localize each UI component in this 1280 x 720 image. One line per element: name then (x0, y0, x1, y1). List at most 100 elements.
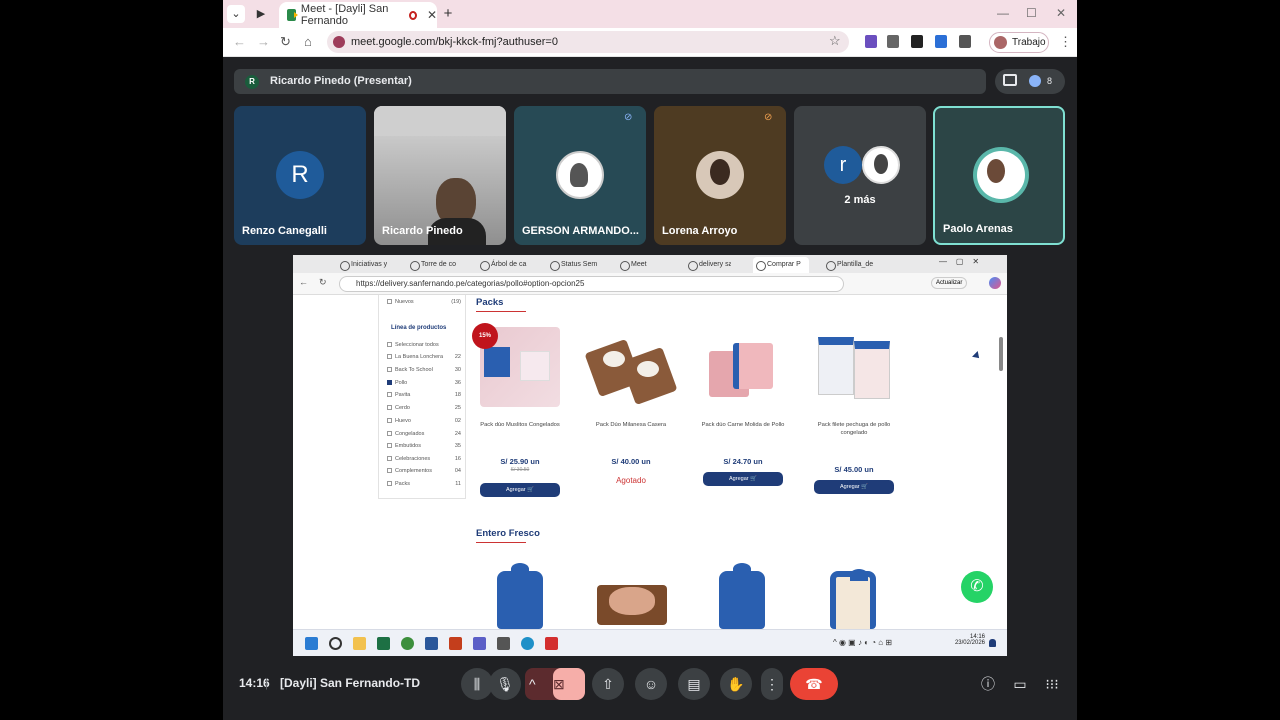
camera-off-icon[interactable] (1003, 74, 1017, 86)
product-image (719, 563, 765, 629)
filter-item: Congelados 24 (387, 431, 461, 437)
activities-icon[interactable]: ⁝⁝⁝ (1036, 668, 1068, 700)
product-image (814, 327, 894, 407)
product-price: S/ 24.70 un (723, 457, 763, 466)
filter-item: Huevo 02 (387, 418, 461, 424)
shared-reload-icon: ↻ (319, 277, 327, 287)
participant-tile[interactable]: Ricardo Pinedo (374, 106, 506, 245)
video-background (374, 106, 506, 136)
forward-icon[interactable]: → (257, 34, 270, 49)
more-options-button[interactable]: ⋮ (761, 668, 783, 700)
captions-button[interactable]: ▤ (678, 668, 710, 700)
app-icon (497, 637, 510, 650)
play-icon[interactable]: ▶ (252, 5, 270, 23)
camera-off-button[interactable]: ^ ⊠ (525, 668, 585, 700)
tab-search-button[interactable]: ⌄ (227, 5, 245, 23)
filter-title: Línea de productos (391, 325, 447, 331)
shared-update-button: Actualizar (931, 277, 968, 289)
product-image (703, 327, 783, 407)
raise-hand-button[interactable]: ✋ (720, 668, 752, 700)
bookmark-star-icon[interactable]: ☆ (829, 33, 841, 49)
maximize-button[interactable]: ☐ (1026, 6, 1037, 20)
shared-tab-strip: Iniciativas y Torre de co Árbol de ca St… (293, 255, 1007, 273)
close-window-button[interactable]: ✕ (1056, 6, 1066, 20)
camera-icon[interactable] (887, 35, 899, 48)
chrome-icon (401, 637, 414, 650)
extension-icon-3[interactable] (935, 35, 947, 48)
shared-tab: Plantilla_de (823, 257, 877, 273)
participant-name: GERSON ARMANDO... (522, 225, 639, 237)
participant-name: Ricardo Pinedo (382, 225, 463, 237)
product-card: Pack dúo Carne Molida de Pollo S/ 24.70 … (693, 327, 793, 502)
system-tray-icons: ^ ◉ ▣ ♪ ◐ ◔ ⌂ ⊞ (833, 638, 893, 647)
new-tab-button[interactable]: + (439, 5, 457, 23)
profile-button[interactable]: Trabajo (989, 32, 1049, 53)
avatar: r (824, 146, 862, 184)
browser-menu-icon[interactable]: ⋮ (1059, 34, 1072, 50)
windows-start-icon (305, 637, 318, 650)
participant-name: Renzo Canegalli (242, 225, 327, 237)
filter-item: Seleccionar todos (387, 342, 461, 348)
excel-icon (377, 637, 390, 650)
info-icon[interactable]: ⓘ (972, 668, 1004, 700)
present-screen-button[interactable]: ⇧ (592, 668, 624, 700)
avatar: R (276, 151, 324, 199)
mic-button[interactable]: 🎙 (489, 668, 521, 700)
product-card: Pack Dúo Milanesa Casera S/ 40.00 un Ago… (581, 327, 681, 502)
discount-badge: 15% (472, 323, 498, 349)
back-icon[interactable]: ← (233, 34, 246, 49)
extensions-puzzle-icon[interactable] (959, 35, 971, 48)
reload-icon[interactable]: ↻ (280, 34, 291, 50)
extension-icon-1[interactable] (865, 35, 877, 48)
extension-icon-2[interactable] (911, 35, 923, 48)
filter-item: Nuevos (19) (387, 299, 461, 305)
leave-call-button[interactable]: ☎ (790, 668, 838, 700)
people-icon[interactable] (1029, 75, 1041, 87)
product-image (597, 585, 667, 625)
site-info-icon[interactable] (333, 36, 345, 48)
shared-window-controls: — ▢ ✕ (939, 257, 980, 266)
minimize-button[interactable]: — (997, 6, 1009, 20)
teams-icon (473, 637, 486, 650)
shared-tab: Meet (617, 257, 661, 273)
participant-name: Paolo Arenas (943, 223, 1013, 235)
filter-item: Cerdo 25 (387, 405, 461, 411)
search-icon (329, 637, 342, 650)
address-bar[interactable]: meet.google.com/bkj-kkck-fmj?authuser=0 (327, 31, 849, 53)
tab-meet[interactable]: Meet - [Dayli] San Fernando ✕ (279, 2, 437, 28)
out-of-stock-label: Agotado (616, 476, 646, 485)
copilot-icon (989, 277, 1001, 289)
recording-icon (409, 10, 417, 20)
home-icon[interactable]: ⌂ (304, 34, 312, 49)
browser-toolbar: ← → ↻ ⌂ meet.google.com/bkj-kkck-fmj?aut… (223, 28, 1077, 57)
powerpoint-icon (449, 637, 462, 650)
emoji-button[interactable]: ☺ (635, 668, 667, 700)
filter-item: Embutidos 35 (387, 443, 461, 449)
participant-tile[interactable]: ⊘ Lorena Arroyo (654, 106, 786, 245)
close-tab-icon[interactable]: ✕ (427, 8, 437, 22)
meet-icon (287, 9, 298, 21)
avatar (977, 151, 1025, 199)
file-explorer-icon (353, 637, 366, 650)
product-filter: Nuevos (19) Línea de productos Selecciona… (378, 295, 466, 499)
shared-url: https://delivery.sanfernando.pe/categori… (339, 276, 844, 292)
participant-tile[interactable]: R Renzo Canegalli (234, 106, 366, 245)
scrollbar (999, 337, 1003, 371)
product-price: S/ 25.90 un (500, 457, 540, 466)
shared-screen: Iniciativas y Torre de co Árbol de ca St… (293, 255, 1007, 656)
edge-icon (521, 637, 534, 650)
more-participants-tile[interactable]: r 2 más (794, 106, 926, 245)
store-page: Nuevos (19) Línea de productos Selecciona… (293, 295, 1007, 629)
presenter-bar: R Ricardo Pinedo (Presentar) (234, 69, 986, 94)
participant-tile[interactable]: ⊘ GERSON ARMANDO... (514, 106, 646, 245)
notification-bell-icon (989, 639, 996, 647)
separator: | (265, 676, 269, 690)
filter-item: Pavita 18 (387, 392, 461, 398)
meeting-name: [Dayli] San Fernando-TD (280, 676, 421, 690)
presenter-label: Ricardo Pinedo (Presentar) (270, 75, 412, 87)
more-label: 2 más (844, 194, 876, 206)
participant-tile-active[interactable]: Paolo Arenas (933, 106, 1065, 245)
chat-icon[interactable]: ▭ (1004, 668, 1036, 700)
section-title-entero: Entero Fresco (476, 528, 540, 543)
camera-off-icon[interactable]: ⊠ (553, 668, 585, 700)
